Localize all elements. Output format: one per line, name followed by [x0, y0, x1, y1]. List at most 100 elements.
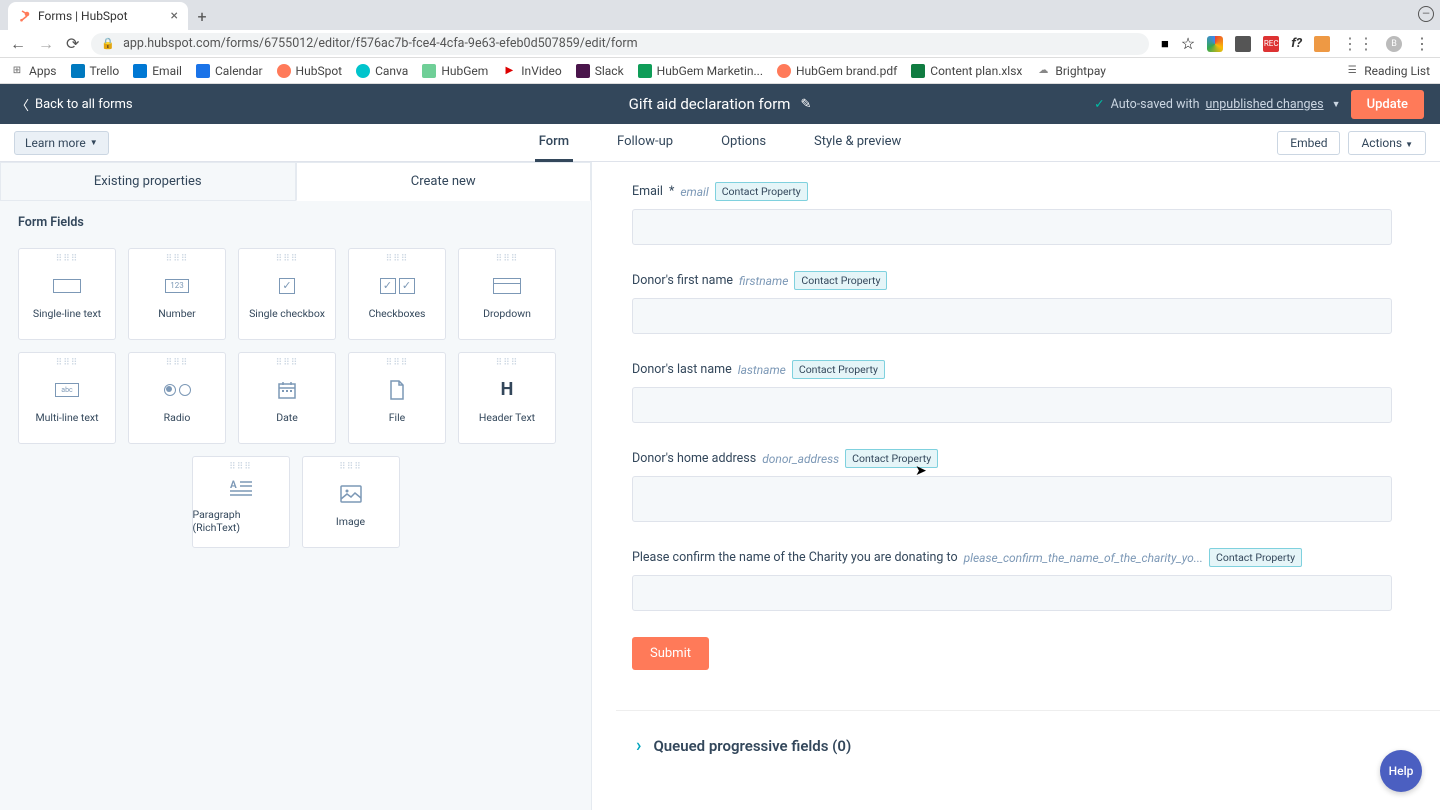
- apps-shortcut[interactable]: ⊞Apps: [10, 64, 57, 78]
- drag-handle-icon: ⠿⠿⠿: [339, 462, 362, 472]
- back-to-forms-link[interactable]: 〈 Back to all forms: [16, 95, 133, 114]
- autosave-status: ✓ Auto-saved with unpublished changes ▼: [1094, 96, 1340, 112]
- editor-tabs: Form Follow-up Options Style & preview: [535, 124, 906, 162]
- caret-down-icon: ▼: [1405, 140, 1413, 149]
- address-bar[interactable]: 🔒 app.hubspot.com/forms/6755012/editor/f…: [91, 33, 1149, 55]
- drag-handle-icon: ⠿⠿⠿: [496, 358, 519, 368]
- ext-icon-1[interactable]: [1207, 36, 1223, 52]
- field-header-text[interactable]: ⠿⠿⠿ H Header Text: [458, 352, 556, 444]
- update-button[interactable]: Update: [1351, 90, 1424, 119]
- bookmark-email[interactable]: Email: [133, 64, 182, 78]
- drag-handle-icon: ⠿⠿⠿: [276, 254, 299, 264]
- caret-down-icon[interactable]: ▼: [1332, 99, 1341, 110]
- contact-property-badge: Contact Property: [715, 182, 808, 201]
- extension-icons: ■ ☆ REC f? ⋮⋮ B ⋮: [1161, 34, 1430, 53]
- bookmark-hubgem[interactable]: HubGem: [422, 64, 488, 78]
- bookmark-label: Email: [152, 64, 182, 78]
- field-label: Single checkbox: [249, 307, 325, 320]
- field-paragraph[interactable]: ⠿⠿⠿ A Paragraph (RichText): [192, 456, 290, 548]
- left-sidebar: Existing properties Create new Form Fiel…: [0, 162, 592, 810]
- field-dropdown[interactable]: ⠿⠿⠿ Dropdown: [458, 248, 556, 340]
- tab-follow-up[interactable]: Follow-up: [613, 124, 677, 162]
- form-title[interactable]: Gift aid declaration form: [629, 95, 791, 113]
- video-icon[interactable]: ■: [1161, 36, 1169, 52]
- help-button[interactable]: Help: [1380, 750, 1422, 792]
- field-file[interactable]: ⠿⠿⠿ File: [348, 352, 446, 444]
- new-tab-button[interactable]: +: [188, 2, 216, 30]
- ext-icon-2[interactable]: [1235, 36, 1251, 52]
- tab-create-new[interactable]: Create new: [296, 162, 592, 201]
- field-number[interactable]: ⠿⠿⠿ 123 Number: [128, 248, 226, 340]
- submit-button[interactable]: Submit: [632, 637, 709, 670]
- bookmark-hubgem-marketing[interactable]: HubGem Marketin...: [638, 64, 763, 78]
- lock-icon: 🔒: [101, 37, 115, 50]
- text-input[interactable]: [632, 387, 1392, 423]
- field-code: please_confirm_the_name_of_the_charity_y…: [964, 551, 1203, 565]
- text-input[interactable]: [632, 298, 1392, 334]
- bookmark-label: HubGem Marketin...: [657, 64, 763, 78]
- field-code: email: [680, 185, 708, 199]
- browser-tab-strip: Forms | HubSpot × + —: [0, 0, 1440, 30]
- unpublished-changes-link[interactable]: unpublished changes: [1205, 97, 1323, 112]
- star-icon[interactable]: ☆: [1181, 34, 1195, 53]
- actions-menu[interactable]: Actions ▼: [1348, 131, 1426, 155]
- field-multi-line-text[interactable]: ⠿⠿⠿ abc Multi-line text: [18, 352, 116, 444]
- puzzle-icon[interactable]: ⋮⋮: [1342, 34, 1374, 53]
- embed-button[interactable]: Embed: [1277, 131, 1340, 155]
- browser-tab[interactable]: Forms | HubSpot ×: [8, 2, 188, 30]
- profile-avatar[interactable]: B: [1386, 36, 1402, 52]
- caret-down-icon: ▼: [90, 138, 98, 147]
- form-field-charity-name[interactable]: Please confirm the name of the Charity y…: [632, 548, 1392, 611]
- ext-icon-3[interactable]: REC: [1263, 36, 1279, 52]
- reading-list-button[interactable]: ☰Reading List: [1345, 64, 1430, 78]
- bookmark-trello[interactable]: Trello: [71, 64, 120, 78]
- menu-icon[interactable]: ⋮: [1414, 34, 1430, 53]
- contact-property-badge: Contact Property: [1209, 548, 1302, 567]
- field-type-grid: ⠿⠿⠿ Single-line text ⠿⠿⠿ 123 Number ⠿⠿⠿ …: [18, 248, 573, 444]
- bookmark-calendar[interactable]: Calendar: [196, 64, 263, 78]
- tab-form[interactable]: Form: [535, 124, 573, 162]
- field-image[interactable]: ⠿⠿⠿ Image: [302, 456, 400, 548]
- field-checkboxes[interactable]: ⠿⠿⠿ ✓✓ Checkboxes: [348, 248, 446, 340]
- field-single-checkbox[interactable]: ⠿⠿⠿ ✓ Single checkbox: [238, 248, 336, 340]
- bookmark-canva[interactable]: Canva: [356, 64, 408, 78]
- form-field-home-address[interactable]: Donor's home address donor_address Conta…: [632, 449, 1392, 522]
- tab-existing-properties[interactable]: Existing properties: [0, 162, 296, 201]
- edit-pencil-icon[interactable]: ✎: [800, 97, 811, 112]
- tab-options[interactable]: Options: [717, 124, 770, 162]
- queued-label: Queued progressive fields (0): [653, 737, 851, 755]
- svg-text:A: A: [230, 480, 237, 491]
- back-icon[interactable]: ←: [10, 34, 26, 54]
- contact-property-badge: Contact Property: [792, 360, 885, 379]
- close-tab-icon[interactable]: ×: [171, 9, 178, 23]
- ext-icon-5[interactable]: [1314, 36, 1330, 52]
- bookmark-slack[interactable]: Slack: [576, 64, 624, 78]
- account-avatar-icon[interactable]: —: [1418, 6, 1434, 22]
- bookmark-invideo[interactable]: ▶InVideo: [502, 64, 561, 78]
- field-radio[interactable]: ⠿⠿⠿ Radio: [128, 352, 226, 444]
- bookmark-label: HubSpot: [296, 64, 343, 78]
- bookmark-content-plan[interactable]: Content plan.xlsx: [911, 64, 1022, 78]
- field-label: Header Text: [479, 411, 535, 424]
- field-single-line-text[interactable]: ⠿⠿⠿ Single-line text: [18, 248, 116, 340]
- reload-icon[interactable]: ⟳: [66, 34, 79, 53]
- contact-property-badge: Contact Property: [794, 271, 887, 290]
- form-field-lastname[interactable]: Donor's last name lastname Contact Prope…: [632, 360, 1392, 423]
- browser-toolbar: ← → ⟳ 🔒 app.hubspot.com/forms/6755012/ed…: [0, 30, 1440, 58]
- text-input[interactable]: [632, 575, 1392, 611]
- text-input[interactable]: [632, 476, 1392, 522]
- tab-style-preview[interactable]: Style & preview: [810, 124, 905, 162]
- field-name: Donor's home address: [632, 451, 756, 466]
- learn-more-button[interactable]: Learn more ▼: [14, 131, 109, 155]
- text-input[interactable]: [632, 209, 1392, 245]
- drag-handle-icon: ⠿⠿⠿: [166, 358, 189, 368]
- field-date[interactable]: ⠿⠿⠿ Date: [238, 352, 336, 444]
- field-label: Single-line text: [33, 307, 101, 320]
- form-field-firstname[interactable]: Donor's first name firstname Contact Pro…: [632, 271, 1392, 334]
- queued-progressive-section[interactable]: › Queued progressive fields (0): [616, 710, 1440, 756]
- ext-icon-4[interactable]: f?: [1291, 36, 1302, 51]
- bookmark-brightpay[interactable]: ☁Brightpay: [1036, 64, 1106, 78]
- form-field-email[interactable]: Email* email Contact Property: [632, 182, 1392, 245]
- bookmark-hubgem-pdf[interactable]: HubGem brand.pdf: [777, 64, 897, 78]
- bookmark-hubspot[interactable]: HubSpot: [277, 64, 343, 78]
